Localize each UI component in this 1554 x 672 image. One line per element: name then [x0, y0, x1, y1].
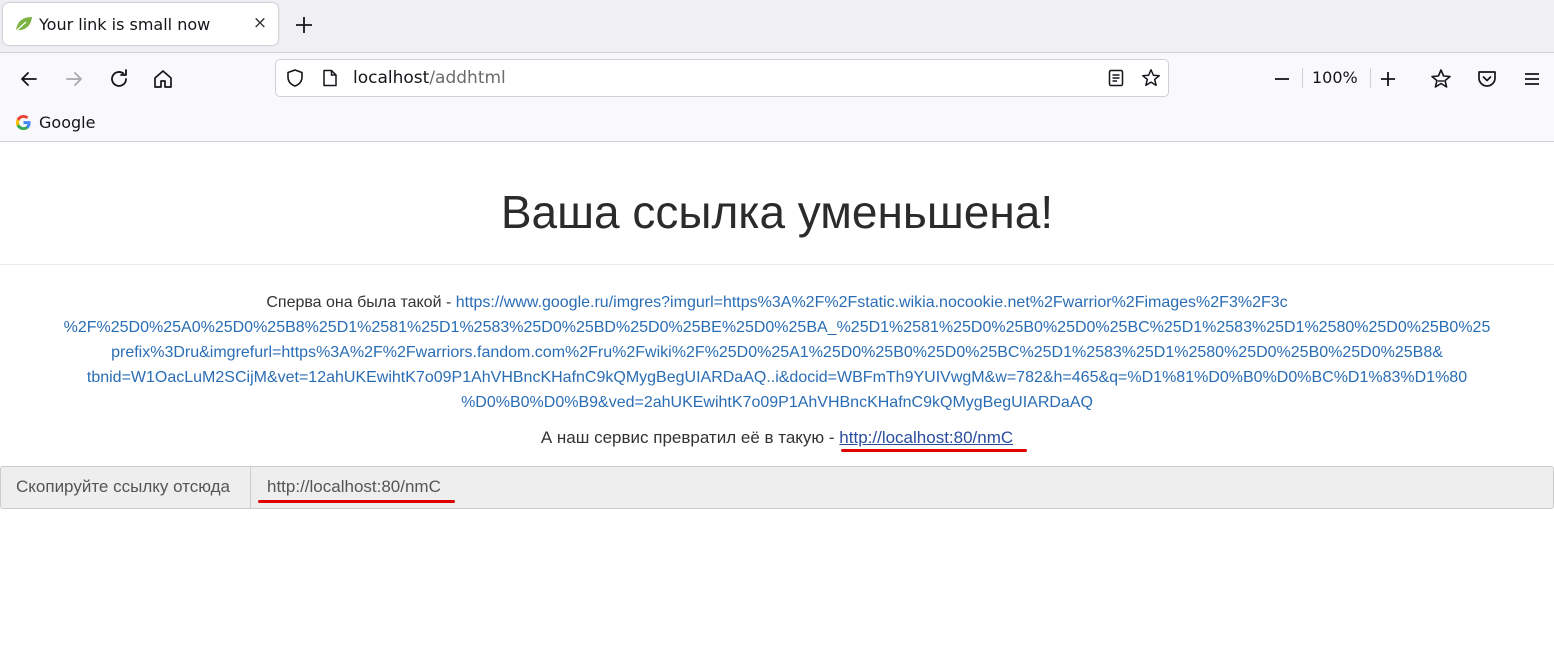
- original-url-line: %2F%25D0%25A0%25D0%25B8%25D1%2581%25D1%2…: [0, 315, 1554, 340]
- bookmark-star-icon[interactable]: [1140, 67, 1162, 89]
- annotation-underline: [258, 500, 455, 503]
- google-icon: [15, 114, 31, 131]
- back-button[interactable]: [17, 67, 41, 91]
- reader-view-icon[interactable]: [1107, 69, 1125, 87]
- reload-button[interactable]: [107, 67, 131, 91]
- original-url-link[interactable]: %2F%25D0%25A0%25D0%25B8%25D1%2581%25D1%2…: [64, 319, 1491, 336]
- url-path: /addhtml: [429, 68, 506, 88]
- page-icon[interactable]: [321, 69, 339, 87]
- leaf-icon: [15, 17, 32, 32]
- short-url-line: А наш сервис превратил её в такую - http…: [0, 428, 1554, 448]
- annotation-underline: [841, 449, 1027, 452]
- page-heading: Ваша ссылка уменьшена!: [500, 186, 1054, 238]
- page-content: Ваша ссылка уменьшена! Сперва она была т…: [0, 142, 1554, 672]
- menu-icon[interactable]: [1520, 67, 1544, 91]
- tab-close-button[interactable]: ×: [250, 13, 270, 33]
- bookmark-label: Google: [39, 113, 96, 132]
- original-url-line: tbnid=W1OacLuM2SCijM&vet=12ahUKEwihtK7o0…: [0, 365, 1554, 390]
- copy-label: Скопируйте ссылку отсюда: [1, 467, 251, 508]
- original-url-line: %D0%B0%D0%B9&ved=2ahUKEwihtK7o09P1AhVHBn…: [0, 390, 1554, 415]
- original-url-line: Сперва она была такой - https://www.goog…: [0, 290, 1554, 315]
- zoom-in-button[interactable]: [1376, 67, 1400, 91]
- forward-button[interactable]: [62, 67, 86, 91]
- original-url-block: Сперва она была такой - https://www.goog…: [0, 290, 1554, 415]
- bookmarks-star-icon[interactable]: [1429, 67, 1453, 91]
- tab-strip: Your link is small now ×: [0, 0, 1554, 53]
- shield-icon[interactable]: [285, 68, 305, 88]
- original-prefix: Сперва она была такой -: [266, 294, 456, 311]
- short-url-link[interactable]: http://localhost:80/nmC: [839, 428, 1013, 447]
- toolbar-separator: [1302, 68, 1303, 88]
- zoom-level[interactable]: 100%: [1312, 68, 1358, 87]
- copy-input-group: Скопируйте ссылку отсюда http://localhos…: [0, 466, 1554, 509]
- home-button[interactable]: [151, 67, 175, 91]
- tab-title: Your link is small now: [39, 15, 211, 34]
- address-bar[interactable]: localhost/addhtml: [275, 59, 1169, 97]
- original-url-link[interactable]: https://www.google.ru/imgres?imgurl=http…: [456, 294, 1288, 311]
- original-url-line: prefix%3Dru&imgrefurl=https%3A%2F%2Fwarr…: [0, 340, 1554, 365]
- url-text[interactable]: localhost/addhtml: [353, 68, 506, 88]
- new-tab-button[interactable]: [292, 13, 316, 37]
- original-url-link[interactable]: prefix%3Dru&imgrefurl=https%3A%2F%2Fwarr…: [111, 344, 1443, 361]
- active-tab[interactable]: Your link is small now ×: [3, 3, 278, 45]
- zoom-out-button[interactable]: [1270, 67, 1294, 91]
- url-host: localhost: [353, 68, 430, 88]
- toolbar-separator: [1370, 68, 1371, 88]
- original-url-link[interactable]: %D0%B0%D0%B9&ved=2ahUKEwihtK7o09P1AhVHBn…: [461, 394, 1093, 411]
- bookmarks-toolbar: Google: [0, 105, 1554, 142]
- original-url-link[interactable]: tbnid=W1OacLuM2SCijM&vet=12ahUKEwihtK7o0…: [87, 369, 1467, 386]
- pocket-icon[interactable]: [1475, 67, 1499, 91]
- short-prefix: А наш сервис превратил её в такую -: [540, 428, 840, 447]
- header-section: Ваша ссылка уменьшена!: [0, 142, 1554, 265]
